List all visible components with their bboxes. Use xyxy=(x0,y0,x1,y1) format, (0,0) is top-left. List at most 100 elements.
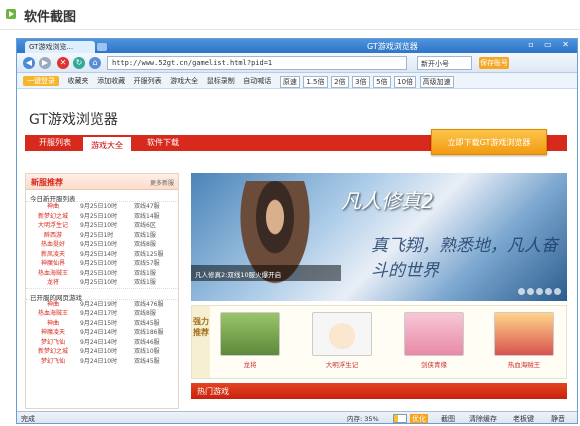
new-tab-button[interactable] xyxy=(97,43,107,51)
browser-tab[interactable]: GT游戏浏览... xyxy=(25,41,95,53)
one-click-login-button[interactable]: 一键登录 xyxy=(23,76,59,86)
server-row[interactable]: 梦幻飞仙 9月24日10时 双线45服 xyxy=(26,357,178,367)
game-name[interactable]: 神曲 xyxy=(32,300,74,310)
stop-icon[interactable]: ✕ xyxy=(57,57,69,69)
mute-tool[interactable]: 静音 xyxy=(551,414,565,423)
add-favorite-button[interactable]: 添加收藏 xyxy=(97,76,125,86)
open-time: 9月25日10时 xyxy=(80,279,118,286)
game-name[interactable]: 热血海贼王 xyxy=(32,269,74,279)
open-time: 9月25日10时 xyxy=(80,241,118,248)
home-icon[interactable]: ⌂ xyxy=(89,57,101,69)
refresh-icon[interactable]: ↻ xyxy=(73,57,85,69)
game-name: 龙将 xyxy=(243,361,257,369)
server-row[interactable]: 新梦幻之城 9月25日10时 双线14服 xyxy=(26,212,178,222)
server-list-button[interactable]: 开服列表 xyxy=(134,76,162,86)
server-row[interactable]: 神曲 9月24日15时 双线45服 xyxy=(26,319,178,329)
game-name[interactable]: 龙将 xyxy=(32,278,74,288)
game-name[interactable]: 大明浮生记 xyxy=(32,221,74,231)
game-name[interactable]: 神曲 xyxy=(32,319,74,329)
banner-logo: 凡人修真2 xyxy=(341,189,434,213)
open-time: 9月25日10时 xyxy=(80,260,118,267)
recommend-item[interactable]: 剑侠青缘 xyxy=(404,312,464,369)
more-link[interactable]: 更多新服 xyxy=(150,178,174,187)
mouse-record-button[interactable]: 鼠标录制 xyxy=(207,76,235,86)
clear-cache-tool[interactable]: 清除缓存 xyxy=(469,414,497,423)
server-row[interactable]: 醉西游 9月25日1时 双线1服 xyxy=(26,231,178,241)
game-name[interactable]: 新梦幻之城 xyxy=(32,347,74,357)
server-row[interactable]: 梦幻飞仙 9月24日14时 双线46服 xyxy=(26,338,178,348)
server-row[interactable]: 新凤凌天 9月25日14时 双线125服 xyxy=(26,250,178,260)
game-name[interactable]: 新梦幻之城 xyxy=(32,212,74,222)
speed-5x-button[interactable]: 5倍 xyxy=(373,76,391,88)
open-time: 9月24日10时 xyxy=(80,348,118,355)
promo-banner[interactable]: 凡人修真2 真飞翔，熟悉地，凡人奋斗的世界 凡人修真2:双线10服火爆开启 xyxy=(191,173,567,301)
speed-2x-button[interactable]: 2倍 xyxy=(331,76,349,88)
game-name[interactable]: 醉西游 xyxy=(32,231,74,241)
game-name[interactable]: 梦幻飞仙 xyxy=(32,357,74,367)
nav-game-catalog[interactable]: 游戏大全 xyxy=(83,135,131,151)
window-controls[interactable]: ▫ ▭ ✕ xyxy=(528,40,573,49)
speed-1-5x-button[interactable]: 1.5倍 xyxy=(303,76,328,88)
speed-normal-button[interactable]: 原速 xyxy=(279,76,300,88)
browser-titlebar: GT游戏浏览... GT游戏浏览器 ▫ ▭ ✕ xyxy=(17,39,577,53)
optimize-button[interactable]: 优化 xyxy=(410,414,428,423)
boss-key-tool[interactable]: 老板键 xyxy=(513,414,534,423)
server-row[interactable]: 新梦幻之城 9月24日10时 双线10服 xyxy=(26,347,178,357)
page-title: 软件截图 xyxy=(24,10,77,25)
memory-label: 内存: 35% xyxy=(347,415,379,423)
nav-software-download[interactable]: 软件下载 xyxy=(147,137,179,148)
server-name: 双线14服 xyxy=(134,212,160,220)
search-input[interactable]: 新开小号 xyxy=(417,56,472,70)
auto-shout-button[interactable]: 自动喊话 xyxy=(243,76,271,86)
new-server-panel: 新服推荐 更多新服 今日新开服列表 神曲 9月25日10时 双线47服 新梦幻之城 9月… xyxy=(25,173,179,409)
server-row[interactable]: 神魔仙界 9月25日10时 双线57服 xyxy=(26,259,178,269)
game-thumbnail xyxy=(494,312,554,356)
download-button[interactable]: 立即下载GT游戏浏览器 xyxy=(431,129,547,155)
server-name: 双线57服 xyxy=(134,260,160,267)
server-row[interactable]: 热血海贼王 9月25日10时 双线1服 xyxy=(26,269,178,279)
game-name[interactable]: 神曲 xyxy=(32,202,74,212)
game-name[interactable]: 梦幻飞仙 xyxy=(32,338,74,348)
site-logo[interactable]: GT游戏浏览器 xyxy=(29,109,118,129)
game-name[interactable]: 神魔仙界 xyxy=(32,259,74,269)
server-row[interactable]: 神魔凌天 9月24日14时 双线186服 xyxy=(26,328,178,338)
panel-header: 新服推荐 更多新服 xyxy=(26,174,178,190)
open-time: 9月25日10时 xyxy=(80,212,118,220)
recommend-panel: 强力推荐 龙将 大明浮生记 剑侠青缘 热血海贼王 xyxy=(191,305,567,379)
save-account-button[interactable]: 保存账号 xyxy=(479,57,509,69)
server-row[interactable]: 神曲 9月25日10时 双线47服 xyxy=(26,202,178,212)
server-name: 双线1服 xyxy=(134,279,156,286)
screenshot-tool[interactable]: 截图 xyxy=(441,414,455,423)
server-row[interactable]: 热血挺好 9月25日10时 双线8服 xyxy=(26,240,178,250)
navigation-toolbar: ◀ ▶ ✕ ↻ ⌂ http://www.52gt.cn/gamelist.ht… xyxy=(17,53,577,73)
server-row[interactable]: 热血海贼王 9月24日17时 双线8服 xyxy=(26,309,178,319)
speed-10x-button[interactable]: 10倍 xyxy=(394,76,417,88)
game-name: 剑侠青缘 xyxy=(421,361,447,369)
address-bar[interactable]: http://www.52gt.cn/gamelist.html?pid=1 xyxy=(107,56,407,70)
game-name[interactable]: 热血挺好 xyxy=(32,240,74,250)
game-name[interactable]: 新凤凌天 xyxy=(32,250,74,260)
open-time: 9月25日1时 xyxy=(80,231,114,239)
server-row[interactable]: 龙将 9月25日10时 双线1服 xyxy=(26,278,178,288)
carousel-dots[interactable] xyxy=(516,288,561,297)
game-name[interactable]: 神魔凌天 xyxy=(32,328,74,338)
speed-3x-button[interactable]: 3倍 xyxy=(352,76,370,88)
banner-caption[interactable]: 凡人修真2:双线10服火爆开启 xyxy=(191,265,341,281)
open-time: 9月24日19时 xyxy=(80,300,118,308)
game-catalog-button[interactable]: 游戏大全 xyxy=(170,76,198,86)
open-time: 9月24日14时 xyxy=(80,338,118,346)
recommend-item[interactable]: 热血海贼王 xyxy=(494,312,554,369)
server-name: 双线186服 xyxy=(134,329,164,336)
server-row[interactable]: 神曲 9月24日19时 双线476服 xyxy=(26,300,178,310)
favorites-button[interactable]: 收藏夹 xyxy=(68,76,89,86)
advanced-speed-button[interactable]: 高级加速 xyxy=(419,76,454,88)
game-name[interactable]: 热血海贼王 xyxy=(32,309,74,319)
server-row[interactable]: 大明浮生记 9月25日10时 双线6区 xyxy=(26,221,178,231)
nav-server-list[interactable]: 开服列表 xyxy=(39,137,71,148)
recommend-item[interactable]: 龙将 xyxy=(220,312,280,369)
forward-icon[interactable]: ▶ xyxy=(39,57,51,69)
recommend-item[interactable]: 大明浮生记 xyxy=(312,312,372,369)
server-name: 双线8服 xyxy=(134,241,156,248)
open-time: 9月24日15时 xyxy=(80,319,118,327)
back-icon[interactable]: ◀ xyxy=(23,57,35,69)
